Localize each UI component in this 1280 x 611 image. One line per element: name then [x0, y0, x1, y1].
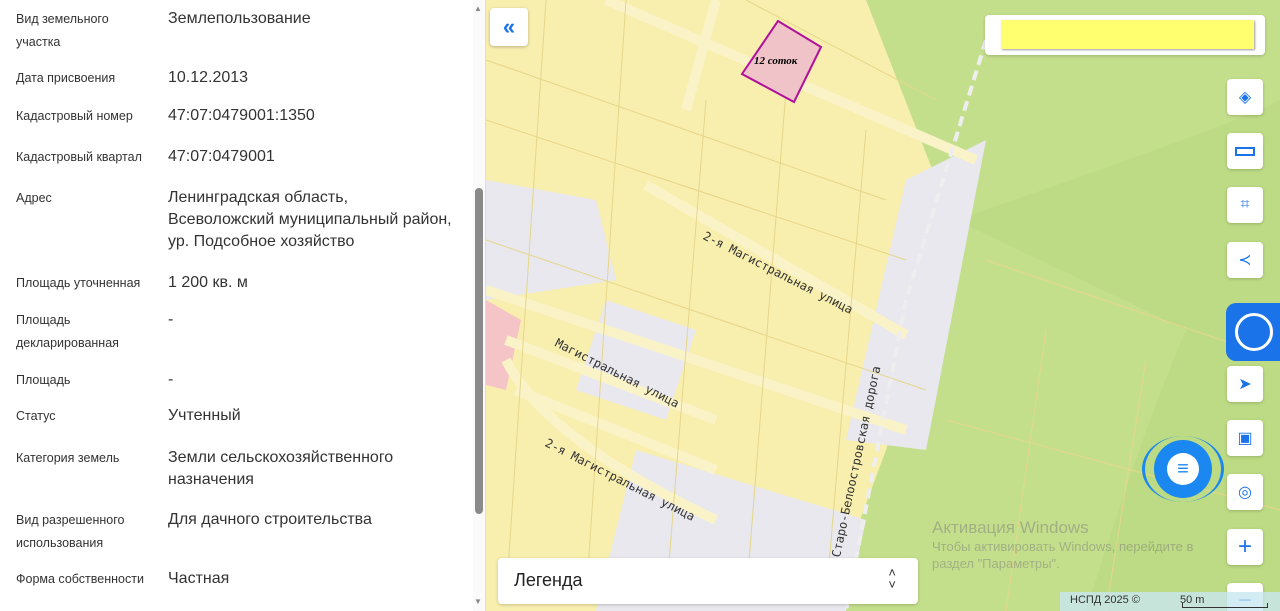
copyright-text: НСПД 2025 © [1070, 594, 1140, 606]
geo-search-button[interactable]: ◎ [1227, 474, 1263, 510]
detail-value: 47:07:0479001:1350 [168, 107, 315, 124]
detail-label: Площадь [16, 373, 71, 387]
detail-label: Вид разрешенного использования [16, 513, 125, 550]
zoom-in-button[interactable]: + [1227, 529, 1263, 565]
detail-label: Вид земельного участка [16, 12, 109, 49]
nspd-assistant-tab[interactable] [1226, 303, 1280, 361]
plus-icon: + [1237, 533, 1252, 560]
detail-value: Для дачного строительства [168, 511, 372, 528]
legend-label: Легенда [514, 570, 583, 590]
share-button[interactable]: ≺ [1227, 242, 1263, 278]
detail-label: Форма собственности [16, 572, 144, 586]
detail-label: Дата присвоения [16, 71, 116, 85]
chat-button[interactable]: ≡ [1154, 440, 1212, 498]
detail-value: Землепользование [168, 10, 311, 27]
collapse-panel-button[interactable]: « [490, 8, 528, 46]
locate-button[interactable]: ➤ [1227, 366, 1263, 402]
chevron-up-down-icon: ˄ ˅ [888, 565, 896, 592]
detail-label: Площадь декларированная [16, 313, 119, 350]
parcel-area-label: 12 соток [754, 55, 798, 67]
area-search-icon: ⌗ [1240, 196, 1250, 213]
map-attribution: НСПД 2025 © 50 m [1060, 592, 1280, 611]
location-search-icon: ◎ [1238, 484, 1252, 501]
detail-label: Статус [16, 409, 56, 423]
detail-label: Кадастровый квартал [16, 150, 142, 164]
windows-activation-watermark: Активация Windows Чтобы активировать Win… [932, 518, 1232, 572]
detail-value: 47:07:0479001 [168, 148, 275, 165]
detail-label: Площадь уточненная [16, 276, 141, 290]
scale-bar [1182, 603, 1268, 608]
detail-value: - [168, 371, 174, 388]
layers-button[interactable]: ◈ [1227, 79, 1263, 115]
detail-value: Земли сельскохозяйственного назначения [168, 449, 394, 488]
detail-value: 1 200 кв. м [168, 274, 248, 291]
watermark-title: Активация Windows [932, 518, 1089, 537]
detail-value: Частная [168, 570, 230, 587]
detail-label: Адрес [16, 191, 52, 205]
minimap-icon: ▣ [1237, 430, 1253, 447]
nspd-logo-icon [1235, 313, 1273, 351]
legend-dropdown[interactable]: Легенда ˄ ˅ [498, 558, 918, 604]
scroll-down-arrow[interactable]: ▼ [474, 597, 482, 606]
map-canvas[interactable]: 12 соток 2-я Магистральная улица Магистр… [486, 0, 1280, 611]
scrollbar-thumb[interactable] [475, 188, 483, 514]
scroll-up-arrow[interactable]: ▲ [474, 4, 482, 13]
detail-value: Учтенный [168, 407, 241, 424]
minimap-button[interactable]: ▣ [1227, 420, 1263, 456]
layers-icon: ◈ [1238, 89, 1252, 106]
select-area-button[interactable]: ⌗ [1227, 187, 1263, 223]
detail-label: Категория земель [16, 451, 120, 465]
watermark-text: Чтобы активировать Windows, перейдите в … [932, 539, 1194, 571]
detail-label: Кадастровый номер [16, 109, 133, 123]
detail-value: 10.12.2013 [168, 69, 249, 86]
parcel-details-panel: Вид земельного участка Землепользование Д… [0, 0, 486, 611]
search-highlight [1001, 20, 1254, 49]
ruler-icon [1235, 146, 1255, 156]
detail-value: Ленинградская область, Всеволожский муни… [168, 189, 452, 250]
chat-icon: ≡ [1167, 453, 1199, 485]
share-icon: ≺ [1238, 252, 1252, 269]
measure-button[interactable] [1227, 133, 1263, 169]
search-input[interactable] [985, 15, 1265, 55]
detail-value: - [168, 311, 174, 328]
navigation-arrow-icon: ➤ [1238, 376, 1252, 393]
